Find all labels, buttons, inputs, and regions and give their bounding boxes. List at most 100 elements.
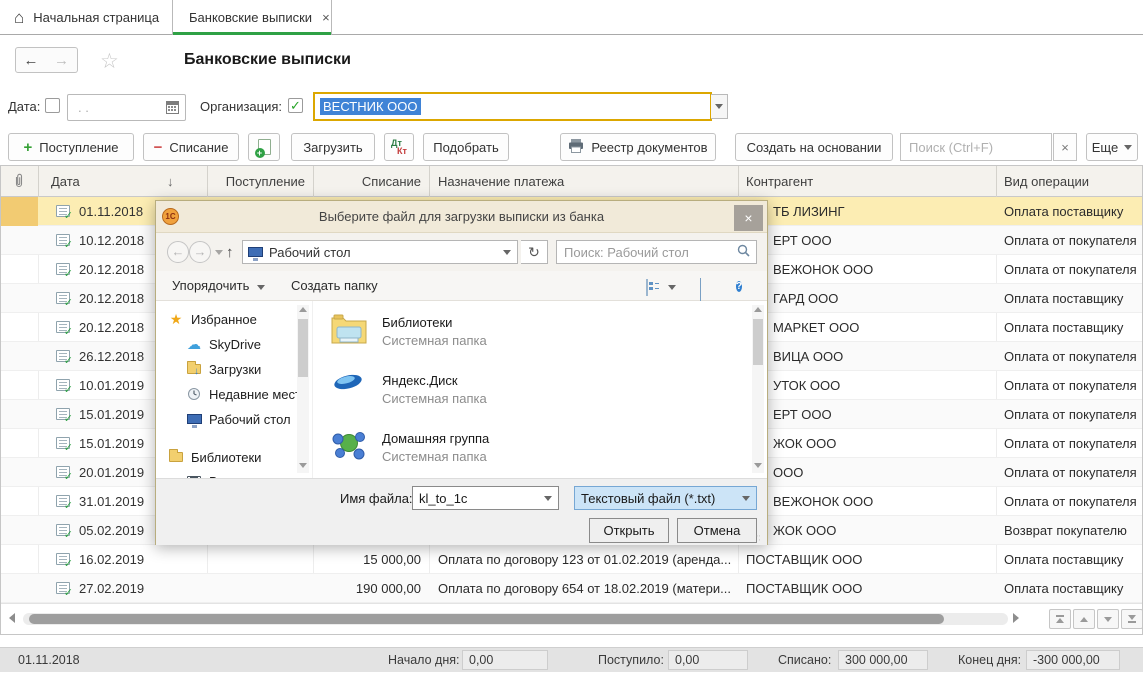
filetype-value: Текстовый файл (*.txt) (581, 491, 715, 506)
file-list-item[interactable]: Домашняя группаСистемная папка (314, 423, 694, 475)
cell-operation: Оплата от покупателя (1004, 262, 1137, 277)
tab-bank-statements[interactable]: Банковские выписки × (172, 0, 332, 35)
sidebar-scrollbar[interactable] (297, 305, 309, 473)
address-box[interactable]: Рабочий стол (242, 240, 518, 264)
cell-operation: Оплата от покупателя (1004, 436, 1137, 451)
search-clear-button[interactable]: × (1053, 133, 1077, 161)
column-header-purpose[interactable]: Назначение платежа (438, 174, 564, 189)
column-header-operation[interactable]: Вид операции (1004, 174, 1089, 189)
back-button[interactable]: ← (15, 47, 47, 73)
dialog-title-bar[interactable]: 1С Выберите файл для загрузки выписки из… (156, 201, 767, 233)
new-folder-button[interactable]: Создать папку (291, 278, 378, 293)
column-header-outgoing[interactable]: Списание (313, 174, 421, 189)
cell-date: 10.01.2019 (79, 378, 144, 393)
scroll-right-icon[interactable] (1013, 613, 1019, 623)
sidebar-item-label: Недавние места (209, 387, 308, 402)
scroll-up-icon[interactable] (754, 307, 762, 312)
refresh-button[interactable]: ↻ (521, 240, 548, 264)
cell-counterparty: ВЕЖОНОК ООО (773, 262, 873, 277)
more-button[interactable]: Еще (1086, 133, 1138, 161)
tab-home[interactable]: ⌂ Начальная страница (0, 0, 172, 35)
open-button[interactable]: Открыть (589, 518, 669, 543)
sidebar-scroll-thumb[interactable] (298, 319, 308, 377)
add-receipt-button[interactable]: +Поступление (8, 133, 134, 161)
cell-operation: Оплата поставщику (1004, 204, 1123, 219)
up-folder-button[interactable]: ↑ (226, 244, 234, 261)
create-based-on-button[interactable]: Создать на основании (735, 133, 893, 161)
explorer-forward-button[interactable]: → (189, 241, 211, 263)
dt-kt-button[interactable]: ДтКт (384, 133, 414, 161)
dialog-search-input[interactable]: Поиск: Рабочий стол (556, 240, 757, 264)
dialog-title: Выберите файл для загрузки выписки из ба… (319, 209, 604, 224)
filetype-combo[interactable]: Текстовый файл (*.txt) (574, 486, 757, 510)
table-header: Дата ↓ Поступление Списание Назначение п… (1, 166, 1142, 197)
file-list-item[interactable]: Яндекс.ДискСистемная папка (314, 365, 694, 417)
search-input[interactable]: Поиск (Ctrl+F) (900, 133, 1052, 161)
dialog-close-button[interactable]: × (734, 205, 763, 231)
date-filter-input[interactable]: . . (67, 94, 186, 121)
column-header-incoming[interactable]: Поступление (207, 174, 305, 189)
explorer-back-button[interactable]: ← (167, 241, 189, 263)
cell-counterparty: ВЕЖОНОК ООО (773, 494, 873, 509)
history-dropdown-icon[interactable] (215, 250, 223, 255)
load-statement-icon-button[interactable]: + (248, 133, 280, 161)
forward-button[interactable]: → (46, 47, 78, 73)
view-mode-button[interactable] (646, 280, 648, 295)
tab-close-icon[interactable]: × (322, 10, 330, 25)
desktop-icon (248, 247, 263, 257)
filename-combo[interactable]: kl_to_1c (412, 486, 559, 510)
scroll-down-icon[interactable] (299, 463, 307, 468)
table-row[interactable]: ✓16.02.201915 000,00Оплата по договору 1… (1, 545, 1142, 574)
scrollbar-track[interactable] (23, 613, 1008, 625)
sidebar-item-library[interactable]: Библиотеки (168, 447, 308, 467)
cell-operation: Оплата поставщику (1004, 320, 1123, 335)
go-last-button[interactable] (1121, 609, 1143, 629)
sidebar-item-label: Избранное (191, 312, 257, 327)
document-posted-icon: ✓ (56, 582, 70, 594)
scroll-left-icon[interactable] (9, 613, 15, 623)
org-filter-checkbox[interactable]: ✓ (288, 98, 303, 113)
chevron-down-icon[interactable] (544, 496, 552, 501)
cancel-button[interactable]: Отмена (677, 518, 757, 543)
help-button[interactable]: ? (736, 277, 742, 295)
cell-outgoing: 190 000,00 (313, 581, 421, 596)
cell-operation: Оплата поставщику (1004, 552, 1123, 567)
scrollbar-thumb[interactable] (29, 614, 944, 624)
sidebar-item-label: SkyDrive (209, 337, 261, 352)
chevron-down-icon[interactable] (742, 496, 750, 501)
org-dropdown-button[interactable] (711, 94, 728, 119)
view-mode-dropdown-icon[interactable] (668, 285, 676, 290)
file-list-item[interactable]: БиблиотекиСистемная папка (314, 307, 694, 359)
address-dropdown-icon[interactable] (503, 250, 511, 255)
home-icon: ⌂ (14, 9, 24, 26)
pick-button[interactable]: Подобрать (423, 133, 509, 161)
column-header-counterparty[interactable]: Контрагент (746, 174, 813, 189)
sidebar-item-star-gold[interactable]: ★Избранное (168, 309, 308, 329)
file-list-scrollbar[interactable] (752, 305, 764, 473)
scroll-down-icon[interactable] (754, 463, 762, 468)
calendar-button[interactable] (162, 98, 182, 117)
organize-menu[interactable]: Упорядочить (172, 278, 265, 293)
go-first-button[interactable] (1049, 609, 1071, 629)
scroll-up-icon[interactable] (299, 307, 307, 312)
load-button[interactable]: Загрузить (291, 133, 375, 161)
cell-date: 31.01.2019 (79, 494, 144, 509)
registry-label: Реестр документов (591, 140, 707, 155)
filename-value: kl_to_1c (419, 491, 467, 506)
go-prev-button[interactable] (1073, 609, 1095, 629)
column-header-date[interactable]: Дата (51, 174, 80, 189)
registry-button[interactable]: Реестр документов (560, 133, 716, 161)
go-next-button[interactable] (1097, 609, 1119, 629)
table-row[interactable]: ✓27.02.2019190 000,00Оплата по договору … (1, 574, 1142, 603)
view-list-icon (646, 279, 648, 296)
resize-grip[interactable]: ∙∙ ∙ (756, 534, 764, 542)
document-posted-icon: ✓ (56, 466, 70, 478)
org-filter-input[interactable]: ВЕСТНИК ООО (313, 92, 712, 121)
cloud-icon: ☁ (186, 336, 202, 353)
horizontal-scrollbar[interactable] (1, 603, 1142, 634)
file-list-scroll-thumb[interactable] (753, 319, 763, 365)
calendar-icon (166, 101, 179, 114)
add-writeoff-button[interactable]: −Списание (143, 133, 239, 161)
date-filter-checkbox[interactable] (45, 98, 60, 113)
favorite-star-icon[interactable]: ☆ (100, 49, 119, 74)
